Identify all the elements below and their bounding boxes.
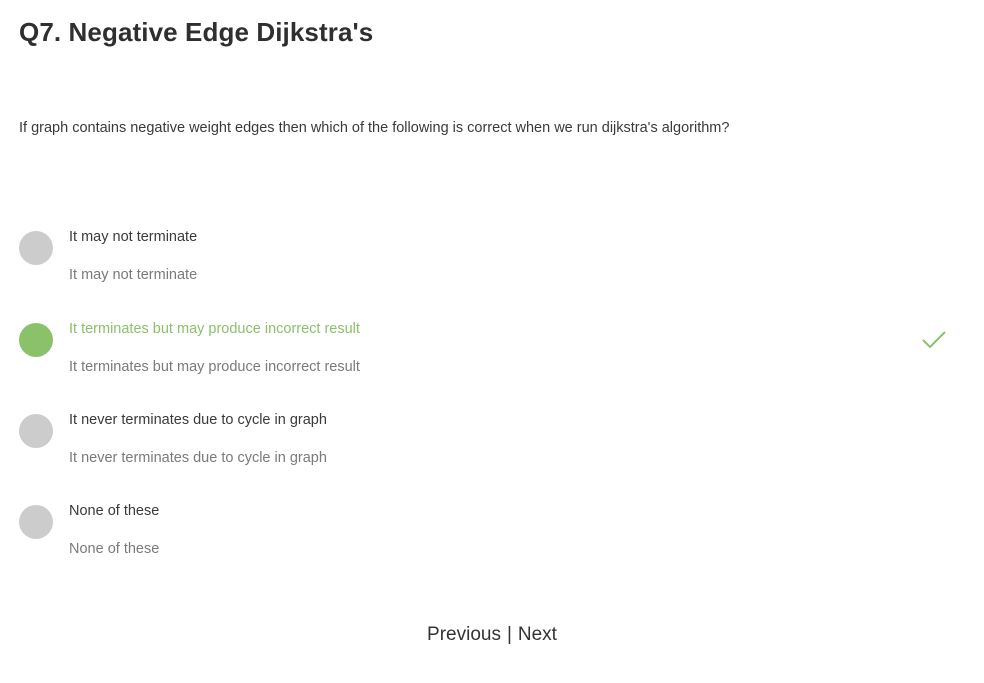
option-3[interactable]: It never terminates due to cycle in grap… bbox=[19, 412, 959, 484]
radio-button[interactable] bbox=[19, 231, 53, 265]
radio-button-selected[interactable] bbox=[19, 323, 53, 357]
option-2[interactable]: It terminates but may produce incorrect … bbox=[19, 321, 959, 393]
option-sublabel: It terminates but may produce incorrect … bbox=[69, 359, 360, 375]
option-label: None of these bbox=[69, 503, 160, 519]
question-title: Q7. Negative Edge Dijkstra's bbox=[19, 17, 374, 47]
option-label: It may not terminate bbox=[69, 229, 198, 245]
checkmark-icon bbox=[922, 331, 946, 349]
previous-link[interactable]: Previous bbox=[427, 624, 501, 645]
option-sublabel: It may not terminate bbox=[69, 267, 198, 283]
pagination-nav: Previous | Next bbox=[0, 624, 984, 646]
nav-separator: | bbox=[506, 624, 512, 645]
radio-button[interactable] bbox=[19, 505, 53, 539]
option-label: It terminates but may produce incorrect … bbox=[69, 321, 360, 337]
option-sublabel: None of these bbox=[69, 541, 160, 557]
option-4[interactable]: None of these None of these bbox=[19, 503, 959, 575]
radio-button[interactable] bbox=[19, 414, 53, 448]
next-link[interactable]: Next bbox=[518, 624, 557, 645]
option-1[interactable]: It may not terminate It may not terminat… bbox=[19, 229, 959, 301]
option-sublabel: It never terminates due to cycle in grap… bbox=[69, 450, 327, 466]
question-text: If graph contains negative weight edges … bbox=[19, 120, 730, 136]
option-label: It never terminates due to cycle in grap… bbox=[69, 412, 327, 428]
